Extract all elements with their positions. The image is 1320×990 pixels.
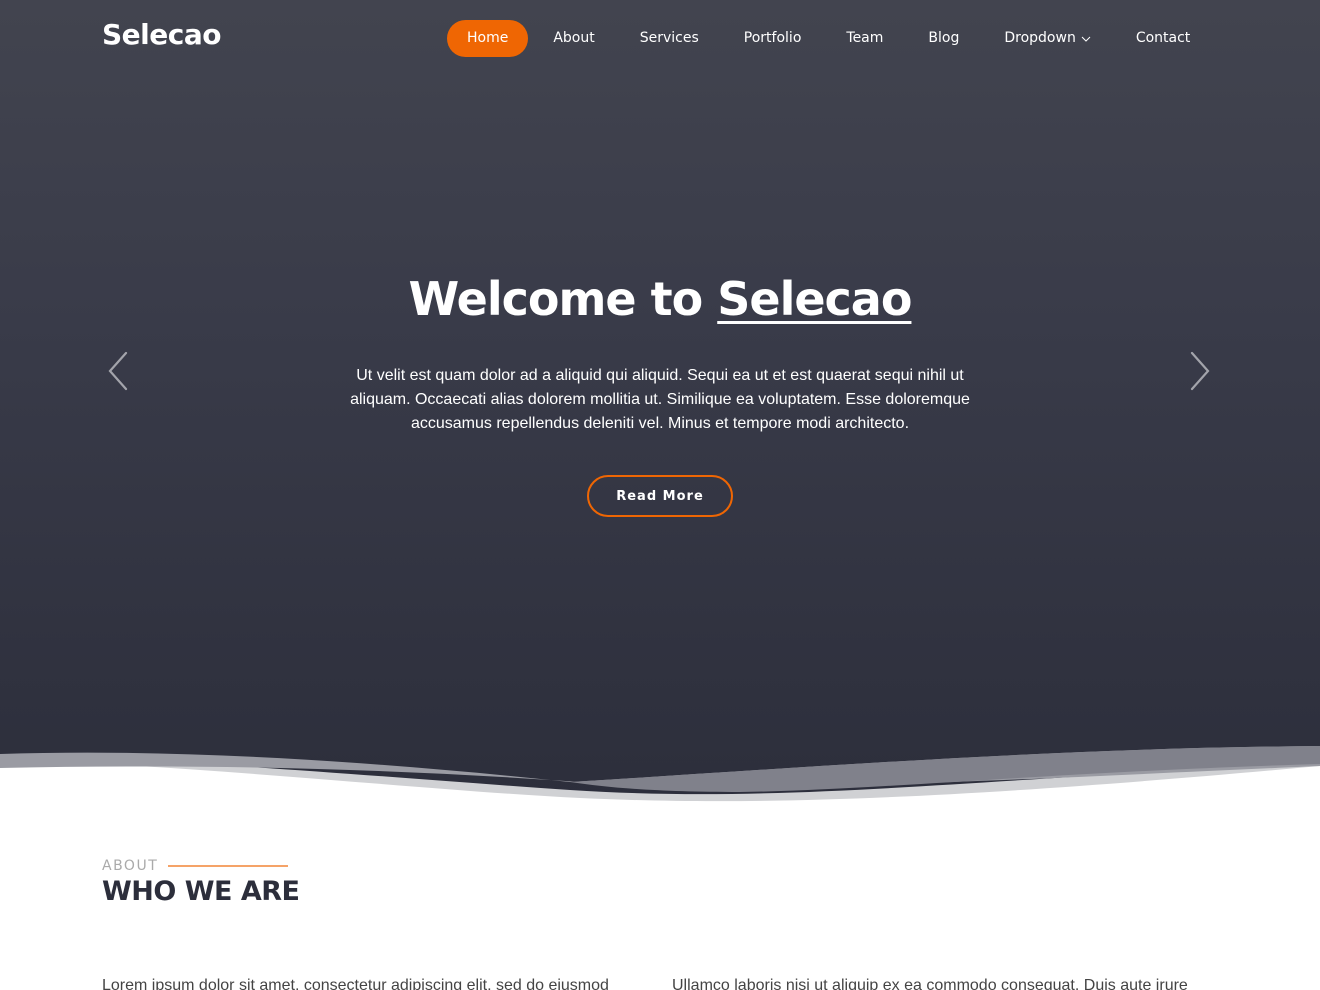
nav-item-blog[interactable]: Blog <box>908 20 979 57</box>
carousel-next-button[interactable] <box>1186 348 1216 394</box>
nav-item-services[interactable]: Services <box>620 20 719 57</box>
hero-title: Welcome to Selecao <box>0 272 1320 326</box>
main-nav: Home About Services Portfolio Team Blog … <box>447 20 1215 57</box>
site-header: Selecao Home About Services Portfolio Te… <box>0 0 1320 76</box>
nav-item-home[interactable]: Home <box>447 20 529 57</box>
section-label-divider <box>168 865 289 867</box>
section-title: WHO WE ARE <box>102 876 300 907</box>
hero-title-brand: Selecao <box>717 272 912 326</box>
nav-item-dropdown-label: Dropdown <box>1004 30 1076 46</box>
nav-item-contact[interactable]: Contact <box>1116 20 1210 57</box>
hero-section: Selecao Home About Services Portfolio Te… <box>0 0 1320 810</box>
nav-item-about[interactable]: About <box>533 20 614 57</box>
section-label-row: ABOUT <box>102 858 289 874</box>
nav-item-dropdown[interactable]: Dropdown <box>984 20 1110 57</box>
section-label: ABOUT <box>102 858 159 874</box>
about-section: ABOUT WHO WE ARE Lorem ipsum dolor sit a… <box>0 810 1320 990</box>
chevron-left-icon <box>108 351 128 391</box>
about-text-right: Ullamco laboris nisi ut aliquip ex ea co… <box>672 977 1188 990</box>
site-logo[interactable]: Selecao <box>102 18 221 51</box>
chevron-down-icon <box>1081 36 1091 42</box>
carousel-prev-button[interactable] <box>104 348 134 394</box>
read-more-button[interactable]: Read More <box>587 475 733 517</box>
about-text-left: Lorem ipsum dolor sit amet, consectetur … <box>102 977 609 990</box>
nav-item-team[interactable]: Team <box>826 20 903 57</box>
hero-description: Ut velit est quam dolor ad a aliquid qui… <box>350 367 970 432</box>
hero-wave-decoration <box>0 746 1320 810</box>
nav-item-portfolio[interactable]: Portfolio <box>724 20 822 57</box>
hero-title-prefix: Welcome to <box>408 272 718 326</box>
chevron-right-icon <box>1190 351 1210 391</box>
